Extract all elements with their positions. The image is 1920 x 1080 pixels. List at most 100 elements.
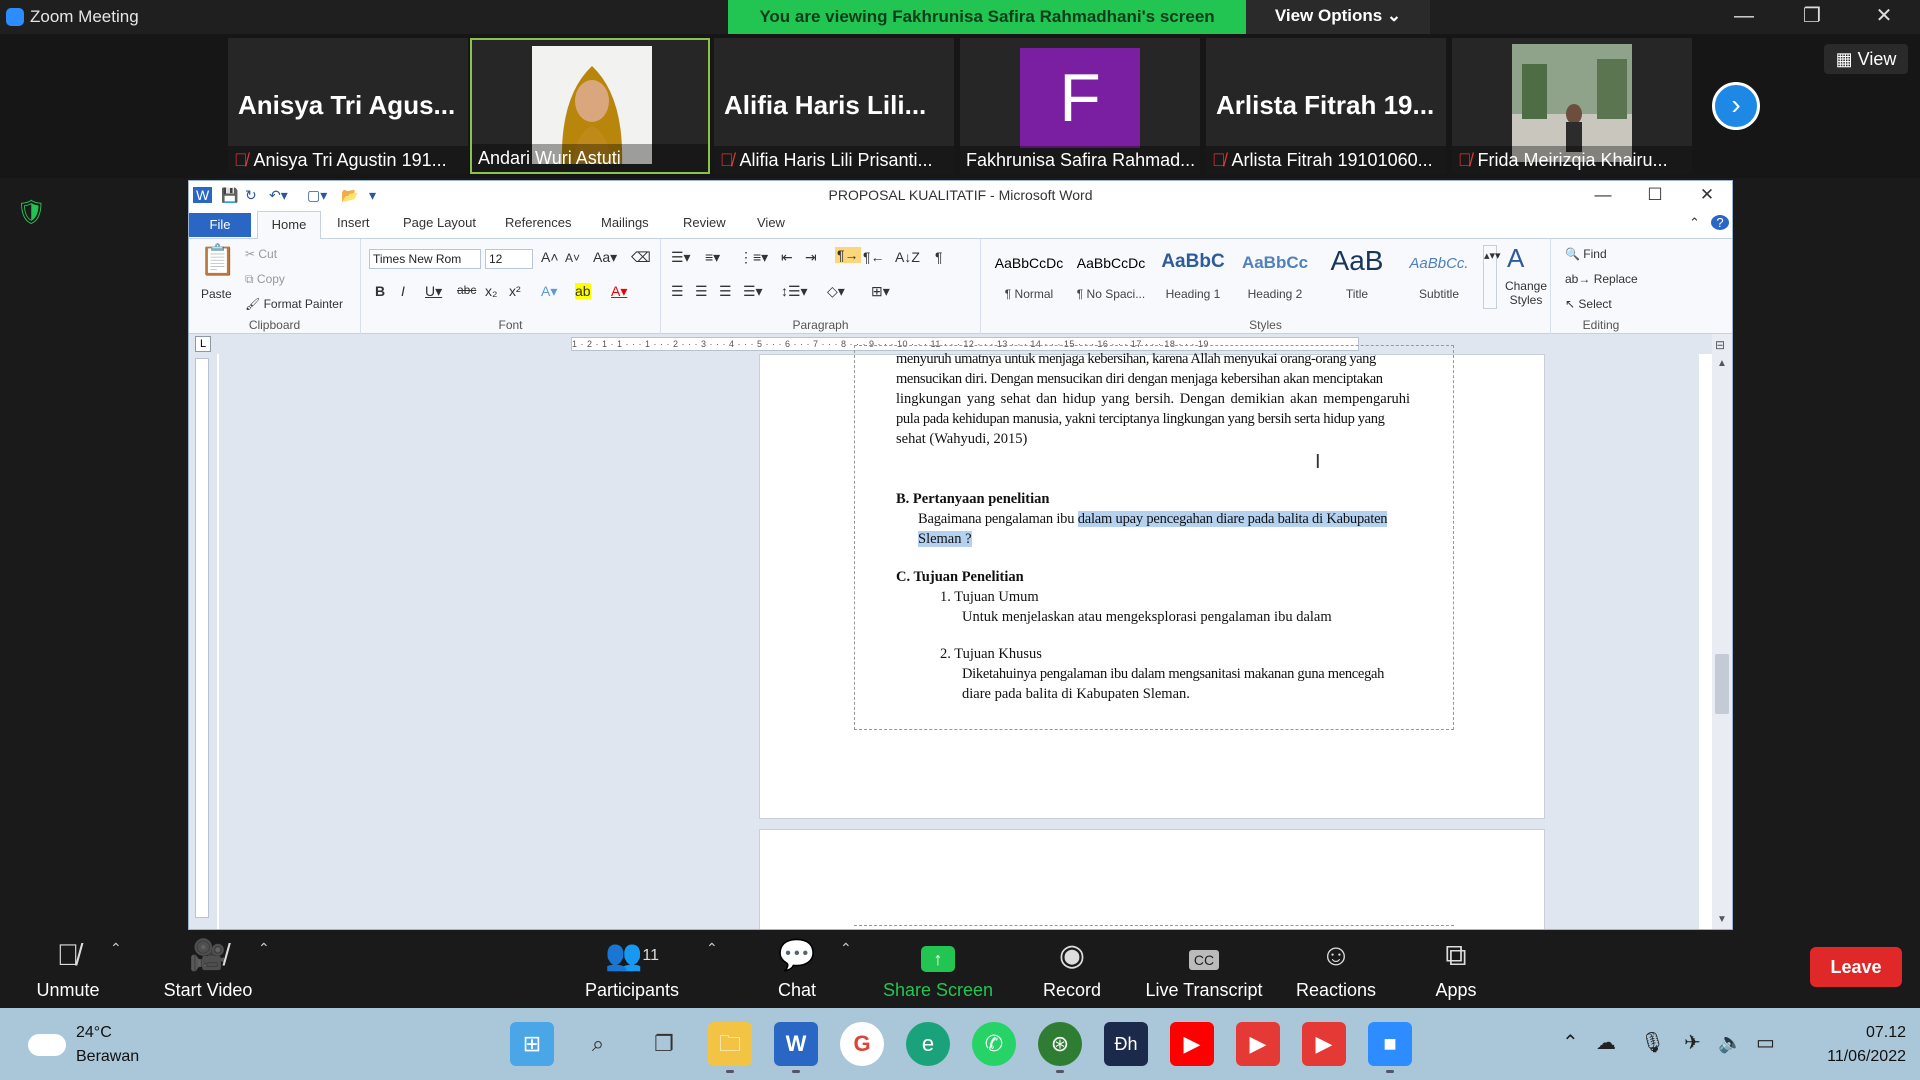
- participants-caret-icon[interactable]: ⌃: [706, 940, 718, 957]
- style-subtitle[interactable]: AaBbCc. Subtitle: [1399, 245, 1479, 309]
- battery-icon[interactable]: ▭: [1756, 1030, 1775, 1055]
- show-hidden-icons-icon[interactable]: ⌃: [1562, 1030, 1579, 1055]
- bullets-icon[interactable]: ☰▾: [671, 249, 691, 266]
- help-icon[interactable]: ?: [1711, 215, 1729, 230]
- chrome-icon[interactable]: G: [840, 1022, 884, 1066]
- numbering-icon[interactable]: ≡▾: [705, 249, 720, 266]
- select-button[interactable]: ↖ Select: [1565, 297, 1612, 311]
- show-formatting-marks-icon[interactable]: ¶: [935, 249, 943, 265]
- styles-scroll-icon[interactable]: ▴▾▾: [1483, 245, 1501, 309]
- onedrive-icon[interactable]: ☁: [1596, 1030, 1616, 1055]
- tab-insert[interactable]: Insert: [337, 215, 370, 230]
- youtube-icon[interactable]: ▶: [1170, 1022, 1214, 1066]
- justify-icon[interactable]: ☰▾: [743, 283, 763, 300]
- rtl-direction-icon[interactable]: ¶←: [863, 249, 885, 265]
- text-effects-icon[interactable]: A▾: [541, 283, 557, 300]
- weather-description[interactable]: Berawan: [76, 1048, 139, 1066]
- bold-icon[interactable]: B: [375, 283, 385, 299]
- scroll-up-icon[interactable]: ▲: [1717, 358, 1727, 369]
- participant-tile[interactable]: F Fakhrunisa Safira Rahmad...: [960, 38, 1200, 174]
- tab-references[interactable]: References: [505, 215, 571, 230]
- microphone-icon[interactable]: 🎙: [1640, 1030, 1665, 1055]
- multilevel-list-icon[interactable]: ⋮≡▾: [739, 249, 768, 266]
- align-left-icon[interactable]: ☰: [671, 283, 684, 300]
- sort-icon[interactable]: A↓Z: [895, 249, 920, 265]
- reactions-button[interactable]: ☺ Reactions: [1276, 936, 1396, 1001]
- increase-indent-icon[interactable]: ⇥: [805, 249, 817, 266]
- find-button[interactable]: 🔍 Find: [1565, 247, 1607, 261]
- participant-tile-active-speaker[interactable]: Andari Wuri Astuti: [470, 38, 710, 174]
- tab-selector[interactable]: L: [195, 336, 211, 352]
- word-minimize-button[interactable]: —: [1585, 185, 1621, 205]
- font-color-icon[interactable]: A▾: [611, 283, 627, 300]
- participant-tile[interactable]: 🎙̸ Frida Meirizqia Khairu...: [1452, 38, 1692, 174]
- video-player-icon[interactable]: ▶: [1302, 1022, 1346, 1066]
- record-button[interactable]: ◉ Record: [1012, 936, 1132, 1001]
- tab-page-layout[interactable]: Page Layout: [403, 215, 476, 230]
- document-page[interactable]: menyuruh umatnya untuk menjaga kebersiha…: [759, 345, 1545, 819]
- live-transcript-button[interactable]: CC Live Transcript: [1134, 936, 1274, 1001]
- audio-options-caret-icon[interactable]: ⌃: [110, 940, 122, 957]
- shading-icon[interactable]: ◇▾: [827, 283, 845, 300]
- search-icon[interactable]: ⌕: [576, 1022, 620, 1066]
- decrease-indent-icon[interactable]: ⇤: [781, 249, 793, 266]
- style-heading-1[interactable]: AaBbC Heading 1: [1153, 245, 1233, 309]
- participants-button[interactable]: 👥11 Participants: [572, 936, 692, 1001]
- align-right-icon[interactable]: ☰: [719, 283, 732, 300]
- borders-icon[interactable]: ⊞▾: [871, 283, 890, 300]
- strikethrough-icon[interactable]: abc: [457, 283, 476, 297]
- highlight-icon[interactable]: ab: [575, 283, 591, 299]
- start-menu-icon[interactable]: ⊞: [510, 1022, 554, 1066]
- subscript-icon[interactable]: x₂: [485, 283, 497, 299]
- vertical-ruler-strip[interactable]: [195, 358, 209, 918]
- dh-app-icon[interactable]: Đh: [1104, 1022, 1148, 1066]
- document-area[interactable]: menyuruh umatnya untuk menjaga kebersiha…: [219, 345, 1699, 929]
- close-button[interactable]: ✕: [1856, 0, 1912, 34]
- style-heading-2[interactable]: AaBbCc Heading 2: [1235, 245, 1315, 309]
- scrollbar-thumb[interactable]: [1715, 654, 1729, 714]
- gallery-next-page-button[interactable]: ›: [1712, 82, 1760, 130]
- copy-button[interactable]: ⧉ Copy: [245, 272, 285, 287]
- paste-button[interactable]: Paste: [201, 287, 232, 301]
- change-styles-icon[interactable]: A: [1507, 243, 1524, 274]
- font-name-combo[interactable]: Times New Rom: [369, 249, 481, 269]
- grow-font-icon[interactable]: A˄: [541, 249, 559, 265]
- line-spacing-icon[interactable]: ↕☰▾: [781, 283, 808, 300]
- word-taskbar-icon[interactable]: W: [774, 1022, 818, 1066]
- align-center-icon[interactable]: ☰: [695, 283, 708, 300]
- vertical-scrollbar[interactable]: ⊟ ▲ ▼: [1712, 334, 1732, 929]
- format-painter-button[interactable]: 🖌 Format Painter: [245, 297, 343, 311]
- paste-icon[interactable]: 📋: [199, 243, 236, 278]
- whatsapp-icon[interactable]: ✆: [972, 1022, 1016, 1066]
- tab-review[interactable]: Review: [683, 215, 726, 230]
- leave-meeting-button[interactable]: Leave: [1810, 947, 1902, 987]
- font-size-combo[interactable]: 12: [485, 249, 533, 269]
- tab-view[interactable]: View: [757, 215, 785, 230]
- style-no-spacing[interactable]: AaBbCcDc ¶ No Spaci...: [1071, 245, 1151, 309]
- italic-icon[interactable]: I: [401, 283, 405, 299]
- chat-caret-icon[interactable]: ⌃: [840, 940, 852, 957]
- tab-file[interactable]: File: [189, 213, 251, 237]
- tab-mailings[interactable]: Mailings: [601, 215, 649, 230]
- clock-date[interactable]: 11/06/2022: [1796, 1048, 1906, 1066]
- minimize-ribbon-icon[interactable]: ⌃: [1689, 215, 1700, 231]
- apps-button[interactable]: ⧉ Apps: [1396, 936, 1516, 1001]
- participant-tile[interactable]: Anisya Tri Agus... 🎙̸ Anisya Tri Agustin …: [228, 38, 468, 174]
- style-normal[interactable]: AaBbCcDc ¶ Normal: [989, 245, 1069, 309]
- tab-home[interactable]: Home: [257, 211, 321, 240]
- chat-button[interactable]: 💬 Chat: [737, 936, 857, 1001]
- participant-tile[interactable]: Alifia Haris Lili... 🎙̸ Alifia Haris Lili…: [714, 38, 954, 174]
- restore-button[interactable]: ❐: [1784, 0, 1840, 34]
- selected-text[interactable]: Sleman ?: [918, 531, 972, 547]
- start-video-button[interactable]: 🎥̸ Start Video: [148, 936, 268, 1001]
- encryption-shield-icon[interactable]: 🛡: [16, 198, 46, 226]
- cloud-icon[interactable]: [28, 1034, 66, 1056]
- style-title[interactable]: AaB Title: [1317, 245, 1397, 309]
- ruler-toggle-icon[interactable]: ⊟: [1715, 338, 1725, 352]
- change-case-icon[interactable]: Aa▾: [593, 249, 617, 266]
- word-close-button[interactable]: ✕: [1689, 185, 1725, 205]
- change-styles-button[interactable]: Change Styles: [1501, 279, 1551, 307]
- underline-icon[interactable]: U▾: [425, 283, 442, 300]
- scroll-down-icon[interactable]: ▼: [1717, 914, 1727, 925]
- participant-tile[interactable]: Arlista Fitrah 19... 🎙̸ Arlista Fitrah 19…: [1206, 38, 1446, 174]
